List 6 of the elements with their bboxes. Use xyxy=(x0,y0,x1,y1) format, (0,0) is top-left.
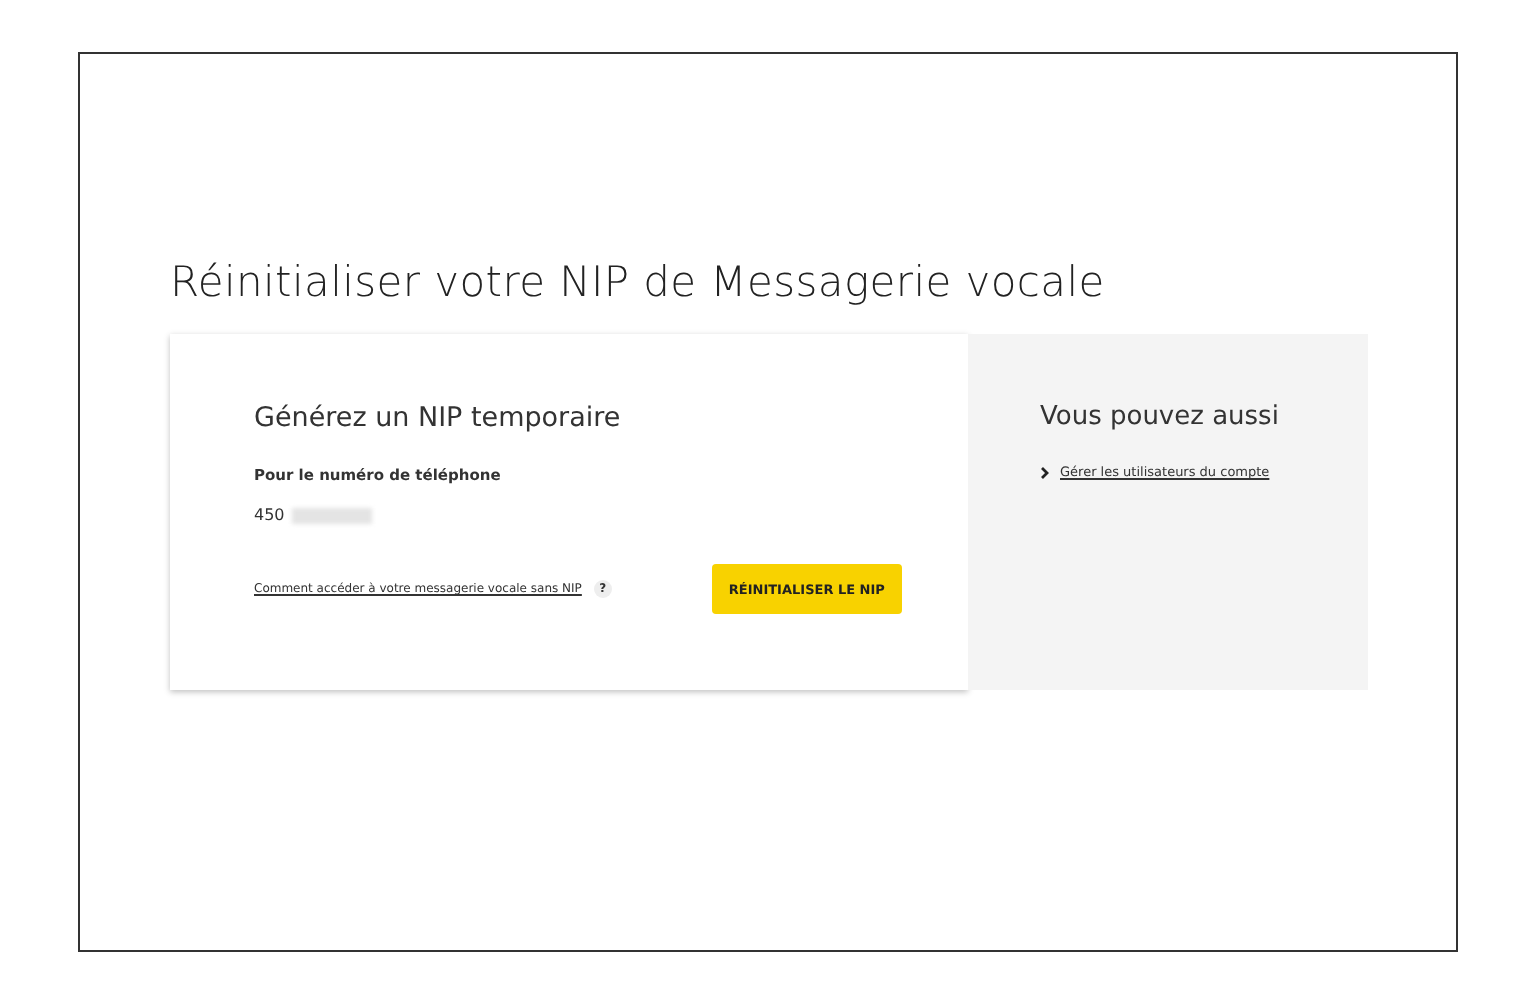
aside-title: Vous pouvez aussi xyxy=(1040,402,1281,432)
page-title: Réinitialiser votre NIP de Messagerie vocale xyxy=(170,258,1107,310)
card-title: Générez un NIP temporaire xyxy=(254,402,623,434)
redacted-number xyxy=(292,507,373,523)
phone-prefix: 450 xyxy=(254,506,285,524)
chevron-icon xyxy=(1040,465,1050,479)
